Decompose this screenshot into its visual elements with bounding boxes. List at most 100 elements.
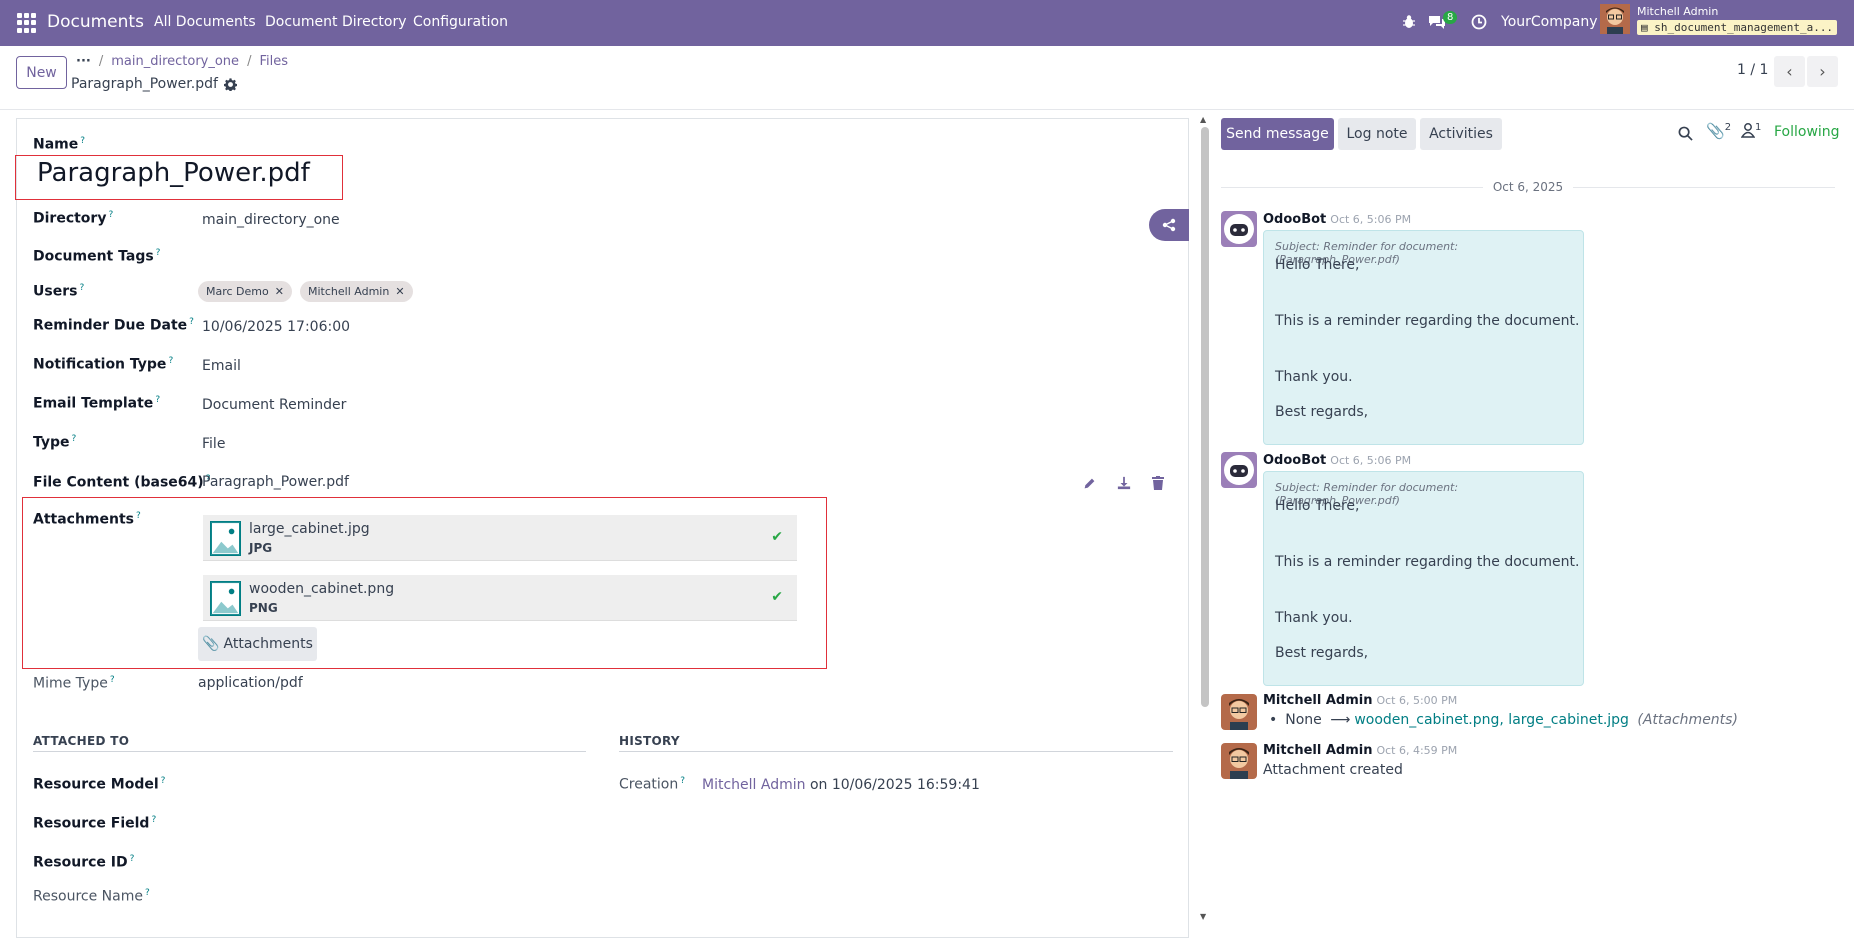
file-content-label: File Content (base64)?	[33, 474, 211, 491]
send-message-button[interactable]: Send message	[1221, 118, 1334, 150]
message-author[interactable]: OdooBot Oct 6, 5:06 PM	[1263, 212, 1411, 227]
log-note-button[interactable]: Log note	[1338, 118, 1416, 150]
paperclip-icon: 📎	[1706, 122, 1725, 140]
download-icon[interactable]	[1115, 474, 1133, 492]
attachment-name: large_cabinet.jpg	[249, 521, 370, 537]
users-label: Users?	[33, 283, 85, 300]
app-title[interactable]: Documents	[47, 12, 144, 32]
resource-id-label: Resource ID?	[33, 854, 135, 871]
share-button[interactable]	[1149, 209, 1189, 241]
attachment-card[interactable]: large_cabinet.jpg JPG ✔	[203, 515, 797, 561]
message-line: Hello There,	[1275, 257, 1360, 273]
notification-type-field[interactable]: Email	[202, 358, 241, 374]
menu-all-documents[interactable]: All Documents	[154, 14, 256, 30]
log-message: Attachment created	[1263, 762, 1403, 778]
trash-icon[interactable]	[1149, 474, 1167, 492]
tracking-value-change: • None ⟶ wooden_cabinet.png, large_cabinet…	[1269, 712, 1738, 728]
breadcrumb: ··· / main_directory_one / Files	[76, 54, 288, 69]
file-content-field[interactable]: Paragraph_Power.pdf	[202, 474, 349, 490]
mime-type-label: Mime Type?	[33, 675, 115, 692]
reminder-due-date-label: Reminder Due Date?	[33, 317, 194, 334]
breadcrumb-more-icon[interactable]: ···	[76, 54, 91, 69]
followers-counter[interactable]: 1	[1741, 122, 1761, 138]
message-author[interactable]: OdooBot Oct 6, 5:06 PM	[1263, 453, 1411, 468]
add-attachments-button[interactable]: 📎 Attachments	[198, 627, 317, 661]
resource-field-label: Resource Field?	[33, 815, 157, 832]
user-tag: Marc Demo ✕	[198, 281, 292, 302]
pager-value[interactable]: 1 / 1	[1737, 62, 1768, 78]
following-button[interactable]: Following	[1774, 124, 1840, 140]
directory-label: Directory?	[33, 210, 114, 227]
debug-bug-icon[interactable]	[1402, 14, 1416, 30]
image-file-icon	[210, 521, 241, 556]
section-divider	[619, 751, 1173, 752]
highlight-name	[15, 155, 343, 200]
date-separator: Oct 6, 2025	[1221, 178, 1835, 196]
log-author[interactable]: Mitchell Admin Oct 6, 4:59 PM	[1263, 743, 1457, 758]
chevron-right-icon: ›	[1819, 62, 1826, 81]
notification-type-label: Notification Type?	[33, 356, 174, 373]
menu-document-directory[interactable]: Document Directory	[265, 14, 407, 30]
document-tags-label: Document Tags?	[33, 248, 161, 265]
edit-pencil-icon[interactable]	[1080, 474, 1098, 492]
email-template-field[interactable]: Document Reminder	[202, 397, 346, 413]
message-line: Best regards,	[1275, 404, 1369, 420]
image-file-icon	[210, 581, 241, 616]
user-avatar[interactable]	[1600, 4, 1630, 34]
reminder-due-date-field[interactable]: 10/06/2025 17:06:00	[202, 319, 350, 335]
message-line: This is a reminder regarding the documen…	[1275, 554, 1580, 570]
user-avatar	[1221, 743, 1257, 779]
history-section-title: HISTORY	[619, 734, 680, 748]
email-template-label: Email Template?	[33, 395, 161, 412]
activities-button[interactable]: Activities	[1420, 118, 1502, 150]
type-label: Type?	[33, 434, 77, 451]
pager-previous-button[interactable]: ‹	[1774, 56, 1805, 87]
directory-field[interactable]: main_directory_one	[202, 212, 340, 228]
odoobot-avatar	[1221, 211, 1257, 247]
remove-tag-icon[interactable]: ✕	[395, 285, 404, 298]
remove-tag-icon[interactable]: ✕	[275, 285, 284, 298]
mime-type-field: application/pdf	[198, 675, 303, 691]
database-name: ▤ sh_document_management_a...	[1637, 20, 1837, 35]
creation-label: Creation?	[619, 776, 686, 793]
app-menu-icon[interactable]	[17, 13, 37, 33]
odoobot-avatar	[1221, 452, 1257, 488]
menu-configuration[interactable]: Configuration	[413, 14, 508, 30]
record-title: Paragraph_Power.pdf	[71, 76, 237, 92]
user-tag: Mitchell Admin ✕	[300, 281, 413, 302]
message-bubble: Subject: Reminder for document: (Paragra…	[1263, 230, 1584, 445]
message-bubble: Subject: Reminder for document: (Paragra…	[1263, 471, 1584, 686]
document-tags-field[interactable]	[202, 244, 702, 268]
creation-user-link[interactable]: Mitchell Admin	[702, 777, 806, 793]
activity-clock-icon[interactable]	[1471, 14, 1487, 30]
company-switcher[interactable]: YourCompany	[1501, 14, 1598, 30]
breadcrumb-directory[interactable]: main_directory_one	[111, 54, 239, 69]
new-button[interactable]: New	[16, 56, 67, 89]
scroll-up-arrow[interactable]: ▲	[1200, 115, 1206, 124]
attached-to-section-title: ATTACHED TO	[33, 734, 130, 748]
attachments-label: Attachments?	[33, 511, 141, 528]
message-line: Thank you.	[1275, 369, 1353, 385]
pager-next-button[interactable]: ›	[1807, 56, 1838, 87]
search-icon[interactable]	[1678, 126, 1693, 141]
message-line: Thank you.	[1275, 610, 1353, 626]
gear-icon[interactable]	[223, 77, 237, 91]
creation-value: Mitchell Admin on 10/06/2025 16:59:41	[702, 777, 980, 793]
top-navbar: Documents All Documents Document Directo…	[0, 0, 1854, 46]
messages-count-badge: 8	[1443, 11, 1458, 24]
message-line: Hello There,	[1275, 498, 1360, 514]
attachments-counter[interactable]: 📎 2	[1706, 122, 1731, 140]
type-field[interactable]: File	[202, 436, 225, 452]
name-label: Name?	[33, 136, 86, 153]
user-name: Mitchell Admin	[1637, 5, 1719, 18]
user-icon	[1741, 123, 1755, 138]
message-line: Best regards,	[1275, 645, 1369, 661]
log-author[interactable]: Mitchell Admin Oct 6, 5:00 PM	[1263, 693, 1457, 708]
scrollbar-thumb[interactable]	[1201, 127, 1209, 707]
scroll-down-arrow[interactable]: ▼	[1200, 912, 1206, 921]
attachment-card[interactable]: wooden_cabinet.png PNG ✔	[203, 575, 797, 621]
attachment-type: PNG	[249, 601, 278, 615]
breadcrumb-files[interactable]: Files	[259, 54, 288, 69]
check-icon: ✔	[771, 529, 783, 545]
resource-name-label: Resource Name?	[33, 888, 150, 905]
